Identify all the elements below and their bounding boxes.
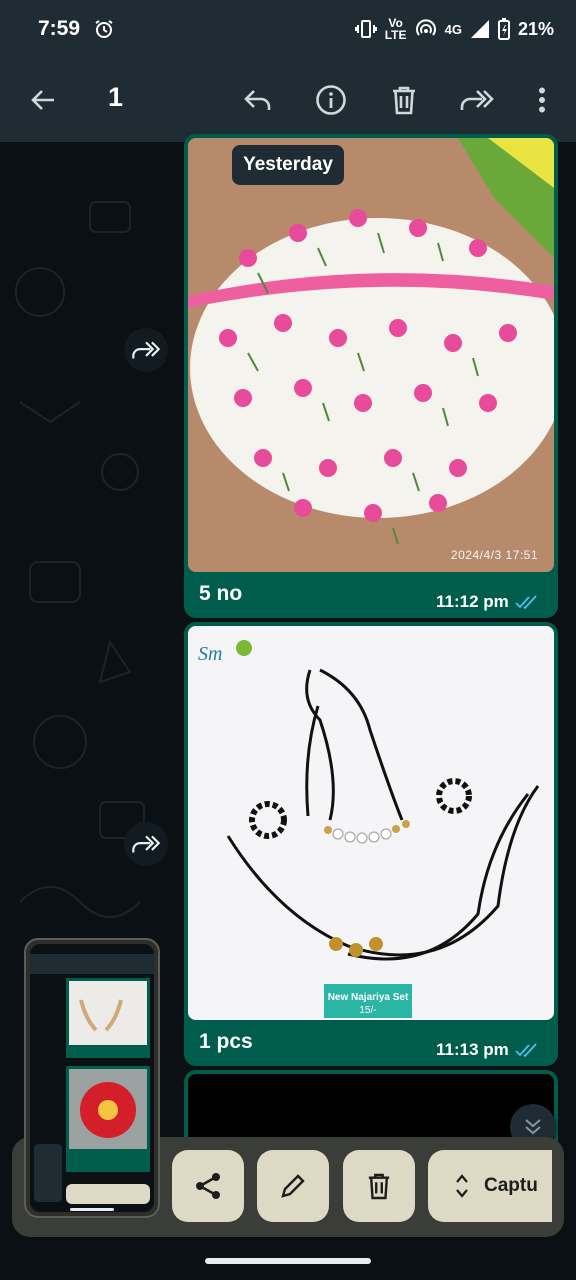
- edit-button[interactable]: [257, 1150, 329, 1222]
- alarm-icon: [95, 20, 113, 38]
- trash-icon: [393, 86, 415, 115]
- message-time-2: 11:13 pm: [436, 1040, 539, 1060]
- message-time-text: 11:12 pm: [436, 592, 509, 611]
- expand-vertical-icon: [456, 1174, 468, 1198]
- pencil-icon: [281, 1174, 305, 1198]
- selection-toolbar: 1: [0, 58, 576, 142]
- forward-button[interactable]: [455, 78, 499, 122]
- battery-icon: [497, 18, 510, 40]
- forward-shortcut-1[interactable]: [124, 328, 168, 372]
- screenshot-thumbnail[interactable]: [24, 938, 160, 1218]
- back-button[interactable]: [21, 78, 65, 122]
- selected-count: 1: [108, 82, 124, 112]
- forward-icon: [132, 341, 161, 359]
- photo-price: 15/-: [359, 1005, 376, 1016]
- info-button[interactable]: [309, 78, 353, 122]
- photo-stamp: 2024/4/3 17:51: [450, 548, 538, 562]
- trash-icon: [368, 1173, 390, 1200]
- svg-text:Sm: Sm: [198, 643, 222, 665]
- message-photo-2[interactable]: Sm New Najariya Set 15/-: [188, 626, 554, 1020]
- read-ticks-icon: [515, 595, 537, 609]
- double-chevron-down-icon: [525, 1119, 541, 1135]
- message-bubble-2[interactable]: Sm New Najariya Set 15/-: [184, 622, 558, 1066]
- more-vert-icon: [539, 87, 545, 113]
- read-ticks-icon: [515, 1043, 537, 1057]
- message-photo-1[interactable]: 2024/4/3 17:51: [188, 138, 554, 572]
- signal-icon: [470, 20, 489, 38]
- thumbnail-preview-image: [30, 944, 154, 1212]
- message-caption-1: 5 no: [199, 582, 243, 605]
- necklace-set-image: Sm New Najariya Set 15/-: [188, 626, 554, 1020]
- back-arrow-icon: [31, 90, 54, 110]
- delete-screenshot-button[interactable]: [343, 1150, 415, 1222]
- capture-more-label: Captu: [484, 1175, 538, 1196]
- reply-button[interactable]: [236, 78, 280, 122]
- volte-label: Vo LTE: [384, 16, 407, 42]
- photo-label: New Najariya Set: [328, 992, 409, 1003]
- message-time-1: 11:12 pm: [436, 592, 539, 612]
- forward-icon: [460, 90, 494, 110]
- network-type: 4G: [444, 21, 462, 37]
- battery-level: 21%: [517, 18, 554, 39]
- floral-dress-image: [188, 138, 554, 572]
- more-options-button[interactable]: [520, 78, 564, 122]
- status-bar: 7:59 Vo LTE 4G 21%: [0, 0, 576, 58]
- vibrate-icon: [354, 20, 377, 38]
- message-time-text: 11:13 pm: [436, 1040, 509, 1059]
- share-icon: [196, 1173, 220, 1199]
- message-bubble-1[interactable]: 2024/4/3 17:51: [184, 134, 558, 618]
- reply-icon: [244, 90, 271, 110]
- home-indicator[interactable]: [205, 1258, 371, 1264]
- forward-icon: [132, 835, 161, 853]
- message-caption-2: 1 pcs: [199, 1030, 253, 1053]
- hotspot-icon: [415, 19, 436, 36]
- capture-more-button[interactable]: Captu: [428, 1150, 552, 1222]
- delete-button[interactable]: [382, 78, 426, 122]
- forward-shortcut-2[interactable]: [124, 822, 168, 866]
- status-time: 7:59: [38, 17, 81, 40]
- date-chip: Yesterday: [232, 145, 344, 185]
- share-button[interactable]: [172, 1150, 244, 1222]
- info-icon: [316, 85, 346, 115]
